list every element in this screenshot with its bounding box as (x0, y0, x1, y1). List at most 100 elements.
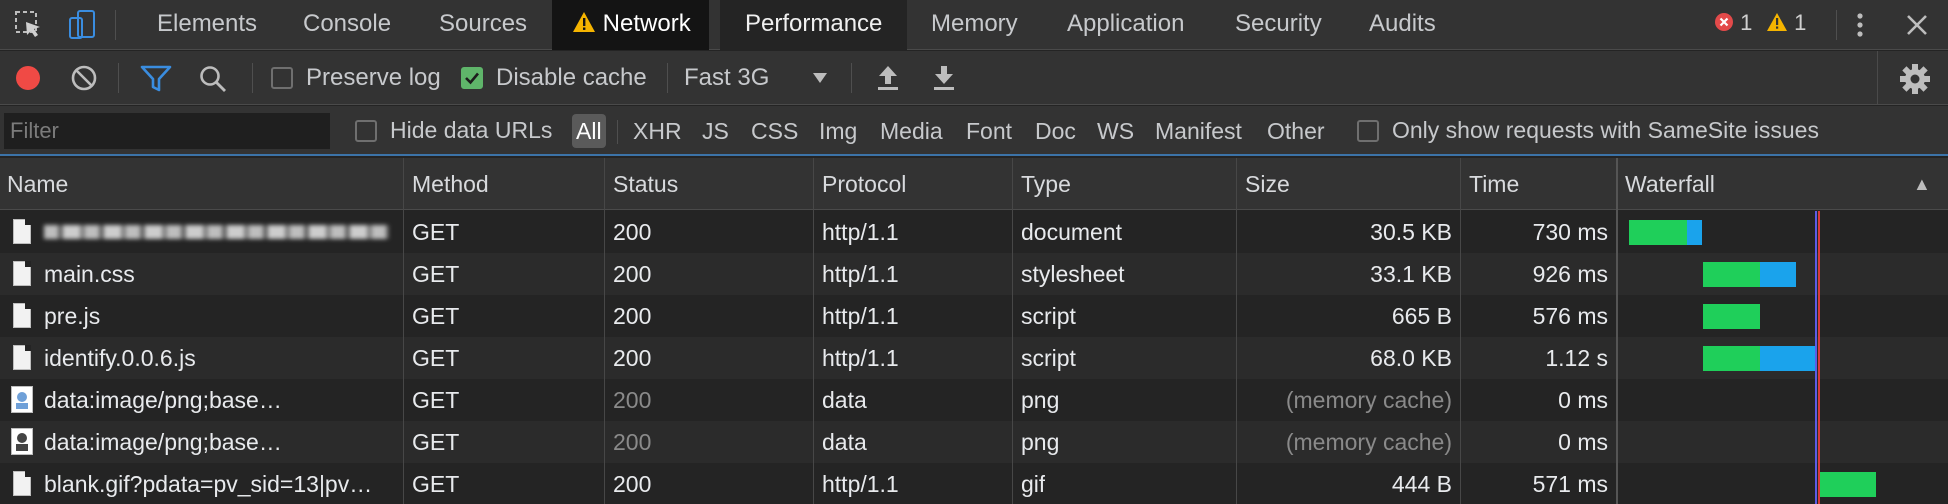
throttling-select[interactable]: Fast 3G (684, 51, 832, 105)
warning-badge[interactable]: 1 (1766, 10, 1806, 36)
cell-protocol: http/1.1 (822, 345, 899, 371)
cell-type: png (1021, 429, 1060, 455)
column-header-size[interactable]: Size (1238, 158, 1290, 210)
toolbar-divider (1877, 51, 1878, 105)
table-header: Name Method Status Protocol Type Size Ti… (0, 158, 1948, 210)
sort-ascending-icon[interactable]: ▲ (1906, 158, 1931, 210)
samesite-issues-checkbox[interactable] (1357, 120, 1379, 142)
disable-cache-label: Disable cache (496, 64, 647, 91)
column-divider[interactable] (604, 158, 605, 504)
warning-icon (573, 12, 595, 32)
column-divider[interactable] (1616, 158, 1618, 504)
load-event-line (1818, 211, 1820, 504)
column-divider[interactable] (1012, 158, 1013, 504)
preserve-log-label: Preserve log (306, 64, 441, 91)
tab-audits[interactable]: Audits (1344, 0, 1461, 50)
tab-elements[interactable]: Elements (132, 0, 282, 50)
tab-console[interactable]: Console (278, 0, 416, 50)
document-icon (13, 471, 31, 496)
cell-method: GET (412, 345, 460, 371)
table-row[interactable]: data:image/png;base… GET 200 data png (m… (0, 379, 1948, 421)
filter-input[interactable] (4, 113, 330, 149)
column-divider[interactable] (403, 158, 404, 504)
network-toolbar: Preserve log Disable cache Fast 3G (0, 51, 1948, 105)
column-header-method[interactable]: Method (405, 158, 489, 210)
type-filter-js[interactable]: JS (698, 114, 733, 148)
cell-size: 30.5 KB (1370, 219, 1452, 245)
close-icon[interactable] (1900, 8, 1934, 42)
cell-method: GET (412, 303, 460, 329)
tab-application[interactable]: Application (1042, 0, 1209, 50)
preserve-log-checkbox[interactable] (271, 67, 293, 89)
filter-icon[interactable] (140, 64, 172, 98)
image-icon (11, 386, 33, 413)
cell-name: pre.js (44, 303, 101, 329)
record-button[interactable] (14, 64, 42, 98)
clear-icon[interactable] (70, 64, 98, 98)
warning-icon (1767, 13, 1787, 31)
column-header-time[interactable]: Time (1462, 158, 1519, 210)
cell-size: 68.0 KB (1370, 345, 1452, 371)
tab-memory[interactable]: Memory (906, 0, 1043, 50)
type-filter-doc[interactable]: Doc (1031, 114, 1080, 148)
type-filter-manifest[interactable]: Manifest (1151, 114, 1246, 148)
import-har-icon[interactable] (874, 63, 902, 99)
document-icon (13, 303, 31, 328)
error-badge[interactable]: 1 (1714, 10, 1752, 36)
tab-performance[interactable]: Performance (720, 0, 908, 50)
cell-size: (memory cache) (1285, 387, 1452, 413)
cell-protocol: http/1.1 (822, 303, 899, 329)
type-filter-all[interactable]: All (572, 114, 606, 148)
checkmark-icon (465, 72, 479, 85)
settings-gear-icon[interactable] (1899, 63, 1931, 101)
column-divider[interactable] (813, 158, 814, 504)
column-header-waterfall[interactable]: Waterfall (1618, 158, 1715, 210)
export-har-icon[interactable] (930, 63, 958, 99)
more-options-icon[interactable] (1843, 8, 1877, 42)
column-header-protocol[interactable]: Protocol (815, 158, 906, 210)
error-icon (1715, 13, 1733, 31)
tab-sources[interactable]: Sources (414, 0, 552, 50)
table-row[interactable]: GET 200 http/1.1 document 30.5 KB 730 ms (0, 211, 1948, 253)
type-filter-xhr[interactable]: XHR (629, 114, 686, 148)
column-divider[interactable] (1460, 158, 1461, 504)
table-row[interactable]: main.css GET 200 http/1.1 stylesheet 33.… (0, 253, 1948, 295)
cell-method: GET (412, 471, 460, 497)
column-header-name[interactable]: Name (0, 158, 68, 210)
requests-table: Name Method Status Protocol Type Size Ti… (0, 158, 1948, 504)
document-icon (13, 345, 31, 370)
cell-method: GET (412, 387, 460, 413)
cell-status: 200 (613, 471, 652, 497)
device-toolbar-icon[interactable] (66, 8, 100, 42)
table-row[interactable]: blank.gif?pdata=pv_sid=13|pv… GET 200 ht… (0, 463, 1948, 504)
search-icon[interactable] (198, 64, 228, 100)
column-header-status[interactable]: Status (606, 158, 678, 210)
cell-size: 444 B (1391, 471, 1452, 497)
type-filter-css[interactable]: CSS (747, 114, 802, 148)
type-filter-other[interactable]: Other (1263, 114, 1329, 148)
table-row[interactable]: identify.0.0.6.js GET 200 http/1.1 scrip… (0, 337, 1948, 379)
column-header-type[interactable]: Type (1014, 158, 1071, 210)
type-filter-ws[interactable]: WS (1093, 114, 1138, 148)
cell-type: stylesheet (1021, 261, 1125, 287)
table-row[interactable]: data:image/png;base… GET 200 data png (m… (0, 421, 1948, 463)
type-filter-img[interactable]: Img (815, 114, 861, 148)
cell-status: 200 (613, 429, 652, 455)
cell-method: GET (412, 261, 460, 287)
hide-data-urls-checkbox[interactable] (355, 120, 377, 142)
tab-network[interactable]: Network (552, 0, 709, 50)
type-filter-font[interactable]: Font (962, 114, 1016, 148)
table-row[interactable]: pre.js GET 200 http/1.1 script 665 B 576… (0, 295, 1948, 337)
cell-method: GET (412, 429, 460, 455)
inspect-element-icon[interactable] (12, 8, 46, 42)
type-filter-media[interactable]: Media (876, 114, 947, 148)
cell-name: identify.0.0.6.js (44, 345, 196, 371)
disable-cache-checkbox[interactable] (461, 67, 483, 89)
cell-time: 571 ms (1532, 471, 1608, 497)
column-divider[interactable] (1236, 158, 1237, 504)
cell-status: 200 (613, 261, 652, 287)
tab-bar-divider (115, 10, 116, 40)
filter-bar: Hide data URLs All XHR JS CSS Img Media … (0, 106, 1948, 156)
cell-size: (memory cache) (1285, 429, 1452, 455)
tab-security[interactable]: Security (1210, 0, 1347, 50)
